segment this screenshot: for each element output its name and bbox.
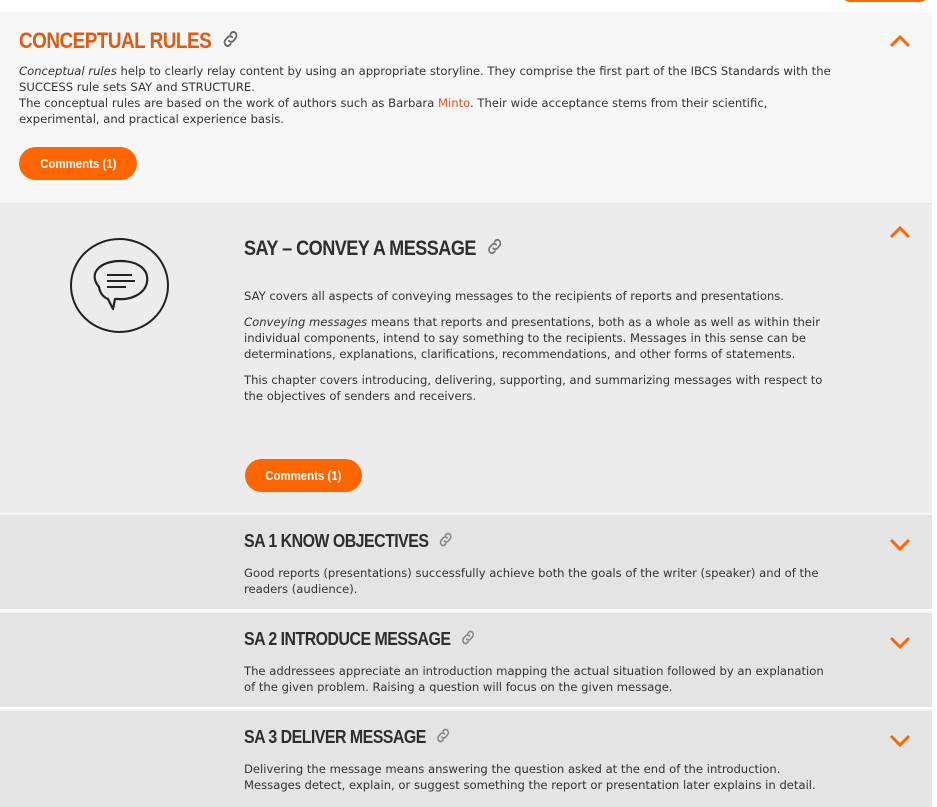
conceptual-rules-title-text: CONCEPTUAL RULES <box>19 28 212 53</box>
chevron-up-icon[interactable] <box>889 34 911 48</box>
comments-button[interactable]: Comments (1) <box>245 459 362 492</box>
minto-link[interactable]: Minto <box>438 96 470 110</box>
rule-sa3-text: Delivering the message means answering t… <box>244 762 816 792</box>
conceptual-rules-intro-text: help to clearly relay content by using a… <box>19 64 831 94</box>
rule-sa1-title-text: SA 1 KNOW OBJECTIVES <box>244 530 429 551</box>
rule-sa2-title-text: SA 2 INTRODUCE MESSAGE <box>244 628 451 649</box>
top-comments-button-edge[interactable] <box>842 0 928 2</box>
speech-bubble-icon <box>69 237 170 334</box>
link-icon[interactable] <box>221 28 240 56</box>
rule-sa2-section[interactable]: SA 2 INTRODUCE MESSAGE The addressees ap… <box>0 611 932 707</box>
comments-button-label: Comments (1) <box>265 468 342 483</box>
conceptual-rules-description: Conceptual rules help to clearly relay c… <box>19 63 834 127</box>
basis-text-pre: The conceptual rules are based on the wo… <box>19 96 438 110</box>
conceptual-rules-term: Conceptual rules <box>19 64 117 78</box>
rule-sa1-title: SA 1 KNOW OBJECTIVES <box>244 530 454 554</box>
conceptual-rules-section: CONCEPTUAL RULES Conceptual rules help t… <box>0 12 932 203</box>
rule-sa3-section[interactable]: SA 3 DELIVER MESSAGE Delivering the mess… <box>0 709 932 807</box>
comments-button[interactable]: Comments (1) <box>19 147 137 180</box>
link-icon[interactable] <box>438 530 454 554</box>
say-description: SAY covers all aspects of conveying mess… <box>244 288 824 404</box>
rule-sa2-title: SA 2 INTRODUCE MESSAGE <box>244 628 476 652</box>
say-title: SAY – CONVEY A MESSAGE <box>244 236 504 263</box>
rule-sa1-section[interactable]: SA 1 KNOW OBJECTIVES Good reports (prese… <box>0 513 932 609</box>
link-icon[interactable] <box>459 628 475 652</box>
link-icon[interactable] <box>486 236 504 263</box>
say-paragraph-3: This chapter covers introducing, deliver… <box>244 373 823 403</box>
say-paragraph-2: Conveying messages means that reports an… <box>244 314 824 362</box>
rule-sa3-title: SA 3 DELIVER MESSAGE <box>244 726 451 750</box>
link-icon[interactable] <box>435 726 451 750</box>
chevron-down-icon[interactable] <box>889 733 911 747</box>
say-section: SAY – CONVEY A MESSAGE SAY covers all as… <box>0 203 932 513</box>
say-title-text: SAY – CONVEY A MESSAGE <box>244 237 476 261</box>
conceptual-rules-intro: Conceptual rules help to clearly relay c… <box>19 63 834 95</box>
chevron-down-icon[interactable] <box>889 537 911 551</box>
say-paragraph-1: SAY covers all aspects of conveying mess… <box>244 289 785 303</box>
chevron-up-icon[interactable] <box>889 225 911 239</box>
comments-button-label: Comments (1) <box>39 156 117 171</box>
conceptual-rules-basis: The conceptual rules are based on the wo… <box>19 95 834 127</box>
say-term: Conveying messages <box>244 315 368 329</box>
rule-sa3-title-text: SA 3 DELIVER MESSAGE <box>244 726 426 747</box>
rule-sa2-text: The addressees appreciate an introductio… <box>244 664 824 694</box>
chevron-down-icon[interactable] <box>889 635 911 649</box>
conceptual-rules-title: CONCEPTUAL RULES <box>19 28 240 56</box>
rule-sa1-text: Good reports (presentations) successfull… <box>244 566 819 596</box>
